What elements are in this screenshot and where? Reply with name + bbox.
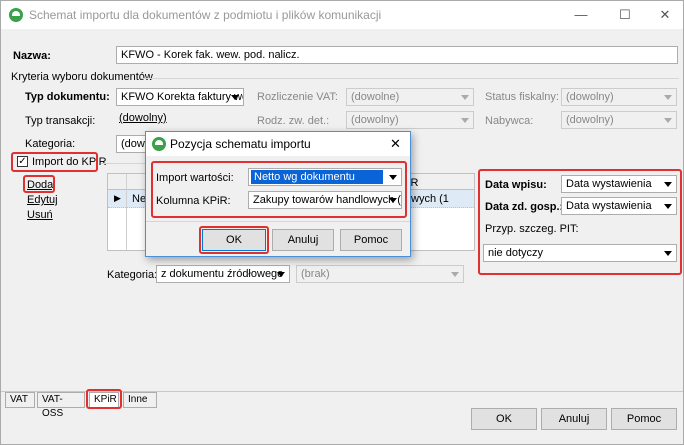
status-fiskalny-select[interactable]: (dowolny) <box>561 88 677 106</box>
chevron-down-icon <box>231 95 239 100</box>
typ-dokumentu-label: Typ dokumentu: <box>25 91 110 103</box>
dialog-fields-highlight <box>151 161 407 218</box>
nazwa-label: Nazwa: <box>13 50 51 62</box>
nabywca-value: (dowolny) <box>566 114 614 126</box>
rodz-zw-det-select[interactable]: (dowolny) <box>346 111 474 129</box>
kryteria-divider <box>141 78 679 79</box>
maximize-button[interactable]: ☐ <box>617 7 633 23</box>
window-title: Schemat importu dla dokumentów z podmiot… <box>29 8 382 22</box>
pomoc-button[interactable]: Pomoc <box>611 408 677 430</box>
rozliczenie-vat-select[interactable]: (dowolne) <box>346 88 474 106</box>
minimize-button[interactable]: — <box>573 7 589 22</box>
kryteria-group-label: Kryteria wyboru dokumentów <box>11 71 153 83</box>
nazwa-input[interactable]: KFWO - Korek fak. wew. pod. nalicz. <box>116 46 678 64</box>
tab-vat-oss[interactable]: VAT-OSS <box>37 392 85 419</box>
app-logo-icon <box>152 137 166 151</box>
brak-select[interactable]: (brak) <box>296 265 464 283</box>
kategoria-bottom-label: Kategoria: <box>107 269 158 281</box>
status-fiskalny-value: (dowolny) <box>566 91 614 103</box>
dialog-title-bar: Pozycja schematu importu ✕ <box>146 132 410 156</box>
tab-vat[interactable]: VAT <box>5 392 35 408</box>
nabywca-label: Nabywca: <box>485 115 534 127</box>
tab-inne[interactable]: Inne <box>123 392 157 408</box>
chevron-down-icon <box>664 95 672 100</box>
chevron-down-icon <box>277 272 285 277</box>
dialog-close-button[interactable]: ✕ <box>390 136 401 152</box>
ok-button[interactable]: OK <box>471 408 537 430</box>
kategoria-bottom-value: z dokumentu źródłowego <box>161 268 284 280</box>
dialog-anuluj-button[interactable]: Anuluj <box>272 229 334 251</box>
tab-kpir-highlight <box>86 389 122 409</box>
typ-transakcji-link[interactable]: (dowolny) <box>119 112 167 124</box>
dialog-divider <box>146 221 410 222</box>
dialog-title: Pozycja schematu importu <box>170 137 311 151</box>
kpir-divider <box>101 163 145 164</box>
typ-dokumentu-value: KFWO Korekta faktury we <box>121 91 244 103</box>
app-logo-icon <box>9 8 23 22</box>
rozliczenie-vat-label: Rozliczenie VAT: <box>257 91 338 103</box>
typ-dokumentu-select[interactable]: KFWO Korekta faktury we <box>116 88 244 106</box>
row-pointer-icon: ▶ <box>114 193 121 203</box>
pozycja-schematu-dialog: Pozycja schematu importu ✕ Import wartoś… <box>145 131 411 257</box>
rozliczenie-vat-value: (dowolne) <box>351 91 400 103</box>
rodz-zw-det-label: Rodz. zw. det.: <box>257 115 330 127</box>
main-window: Schemat importu dla dokumentów z podmiot… <box>0 0 684 445</box>
grid-col-divider <box>126 174 127 250</box>
title-bar: Schemat importu dla dokumentów z podmiot… <box>1 1 683 29</box>
import-kpir-highlight <box>11 152 98 172</box>
dialog-pomoc-button[interactable]: Pomoc <box>340 229 402 251</box>
status-fiskalny-label: Status fiskalny: <box>485 91 559 103</box>
grid-row-text-left: Ne <box>132 193 147 205</box>
rodz-zw-det-value: (dowolny) <box>351 114 399 126</box>
usun-link[interactable]: Usuń <box>27 209 53 221</box>
typ-transakcji-label: Typ transakcji: <box>25 115 96 127</box>
brak-value: (brak) <box>301 268 330 280</box>
right-panel-highlight <box>478 169 682 275</box>
kategoria-label: Kategoria: <box>25 138 76 150</box>
kategoria-bottom-select[interactable]: z dokumentu źródłowego <box>156 265 290 283</box>
close-button[interactable]: ✕ <box>657 7 673 23</box>
dodaj-highlight <box>23 175 55 193</box>
chevron-down-icon <box>461 118 469 123</box>
edytuj-link[interactable]: Edytuj <box>27 194 58 206</box>
anuluj-button[interactable]: Anuluj <box>541 408 607 430</box>
chevron-down-icon <box>664 118 672 123</box>
nabywca-select[interactable]: (dowolny) <box>561 111 677 129</box>
dialog-ok-highlight <box>199 226 269 254</box>
chevron-down-icon <box>461 95 469 100</box>
chevron-down-icon <box>451 272 459 277</box>
